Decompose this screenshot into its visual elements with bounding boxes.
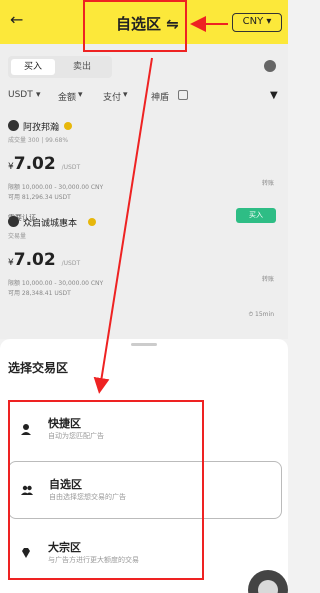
- price-value: 7.02: [13, 154, 56, 174]
- avatar: [8, 216, 19, 227]
- annotation-box-title: [83, 0, 187, 52]
- arrow-left-icon[interactable]: ←: [10, 10, 23, 29]
- verified-icon: [88, 218, 96, 226]
- chevron-down-icon: ▾: [123, 90, 128, 100]
- time-limit-text: 15min: [255, 311, 274, 318]
- time-limit: ⏱ 15min: [248, 311, 274, 319]
- tab-sell[interactable]: 卖出: [60, 59, 104, 75]
- currency-select[interactable]: CNY ▾: [232, 13, 282, 32]
- merchant-filter-label: 神盾: [151, 93, 170, 103]
- merchant-stats: 交易量: [8, 233, 27, 240]
- quantity: 可用 28,348.41 USDT: [8, 290, 71, 297]
- price-unit: /USDT: [61, 260, 81, 267]
- coin-icon[interactable]: [264, 60, 276, 72]
- buy-sell-tabs: 买入 卖出: [8, 56, 112, 78]
- merchant-name[interactable]: 阿孜邦瀚: [23, 120, 59, 133]
- limit: 限额 10,000.00 - 30,000.00 CNY: [8, 280, 104, 287]
- coin-filter-label: USDT: [8, 90, 33, 100]
- limit: 限额 10,000.00 - 30,000.00 CNY: [8, 184, 104, 191]
- chevron-down-icon: ▾: [78, 90, 83, 100]
- merchant-name[interactable]: 众启诚城惠本: [23, 216, 77, 229]
- price-value: 7.02: [13, 250, 56, 270]
- payment-filter-label: 支付: [103, 93, 122, 103]
- amount-filter-label: 金额: [58, 93, 77, 103]
- tab-buy[interactable]: 买入: [11, 59, 55, 75]
- price: ¥7.02 /USDT: [8, 154, 80, 174]
- price-unit: /USDT: [61, 164, 81, 171]
- filter-icon[interactable]: ▼: [270, 90, 278, 101]
- sheet-title: 选择交易区: [8, 361, 69, 375]
- merchant-stats: 成交量 300 | 99.68%: [8, 137, 69, 144]
- buy-button[interactable]: 买入: [236, 208, 276, 223]
- quantity: 可用 81,296.34 USDT: [8, 194, 71, 201]
- avatar: [8, 120, 19, 131]
- payment-method: 转账: [261, 180, 274, 187]
- sheet-handle[interactable]: [131, 343, 157, 346]
- chevron-down-icon: ▾: [36, 90, 41, 100]
- merchant-checkbox[interactable]: [178, 90, 188, 100]
- payment-method: 转账: [261, 276, 274, 283]
- price: ¥7.02 /USDT: [8, 250, 80, 270]
- annotation-box-options: [8, 400, 204, 580]
- verified-icon: [64, 122, 72, 130]
